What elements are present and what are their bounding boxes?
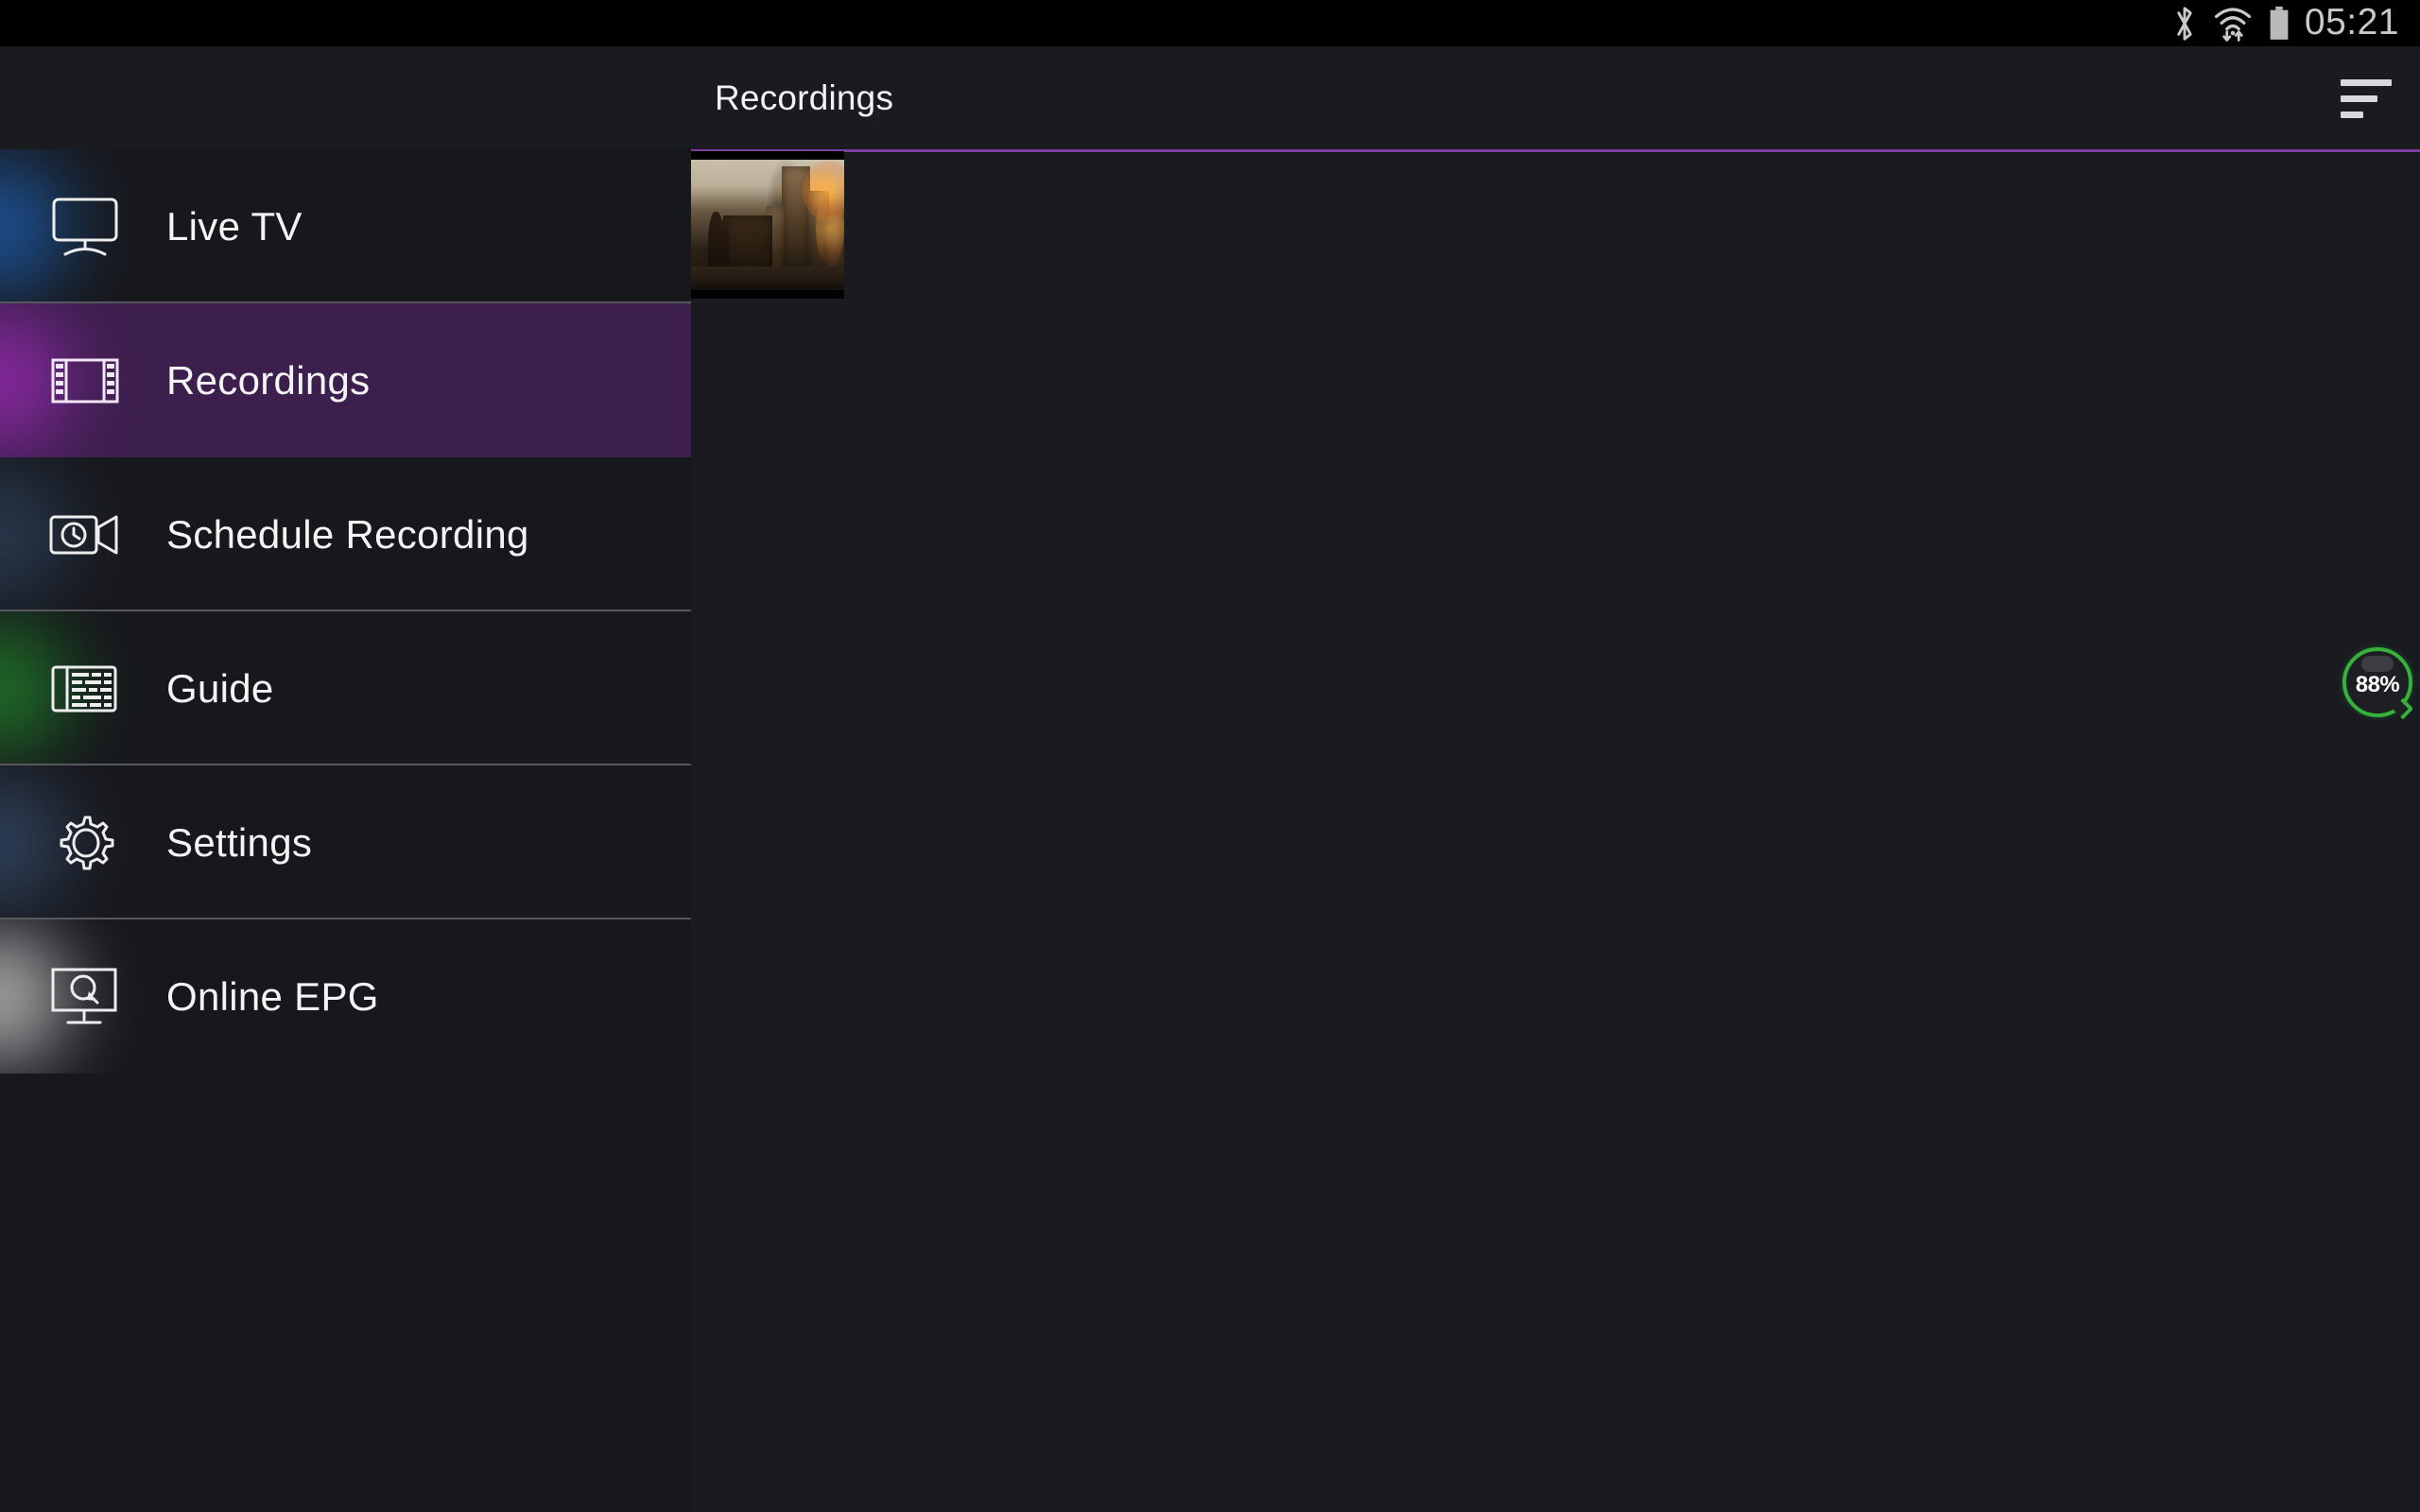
sort-icon[interactable]	[2337, 67, 2399, 129]
sort-bar-1	[2341, 78, 2392, 86]
sidebar-item-guide[interactable]: Guide	[0, 611, 691, 765]
sort-bar-2	[2341, 94, 2377, 102]
sidebar-label-guide: Guide	[166, 665, 274, 711]
sidebar-item-online-epg[interactable]: Online EPG	[0, 919, 691, 1074]
battery-icon	[2267, 5, 2291, 43]
battery-percent-label: 88%	[2355, 672, 2400, 697]
recording-thumbnail[interactable]	[691, 151, 844, 299]
thumbnail-letterbox-top	[691, 151, 844, 160]
status-bar: 05:21	[0, 0, 2420, 46]
gear-icon	[40, 810, 130, 876]
sidebar-item-recordings[interactable]: Recordings	[0, 303, 691, 457]
sidebar-label-schedule-recording: Schedule Recording	[166, 511, 529, 557]
sidebar-item-settings[interactable]: Settings	[0, 765, 691, 919]
app-screen: 05:21 Recordings 88% Live TV Recordings …	[0, 0, 2420, 1512]
battery-percent-widget[interactable]: 88%	[2342, 647, 2414, 720]
content-accent-line	[691, 149, 2420, 152]
video-camera-clock-icon	[40, 505, 130, 565]
bluetooth-icon	[2170, 5, 2199, 43]
sort-bar-3	[2341, 111, 2363, 118]
wifi-icon	[2212, 5, 2254, 43]
sidebar-label-online-epg: Online EPG	[166, 973, 379, 1019]
status-bar-clock: 05:21	[2304, 1, 2399, 43]
thumbnail-letterbox-bottom	[691, 290, 844, 299]
navigation-drawer: Live TV Recordings Schedule Recording Gu…	[0, 149, 691, 1512]
recordings-content-area: 88%	[691, 149, 2420, 1512]
film-strip-icon	[40, 351, 130, 411]
monitor-search-icon	[40, 965, 130, 1029]
program-guide-icon	[40, 660, 130, 718]
television-icon	[40, 196, 130, 258]
thumbnail-artwork	[691, 151, 844, 299]
sidebar-item-live-tv[interactable]: Live TV	[0, 149, 691, 303]
sidebar-label-settings: Settings	[166, 819, 313, 865]
page-title: Recordings	[715, 77, 894, 117]
sidebar-label-recordings: Recordings	[166, 357, 371, 403]
app-bar: Recordings	[0, 46, 2420, 149]
sidebar-item-schedule-recording[interactable]: Schedule Recording	[0, 457, 691, 611]
sidebar-label-live-tv: Live TV	[166, 203, 302, 249]
